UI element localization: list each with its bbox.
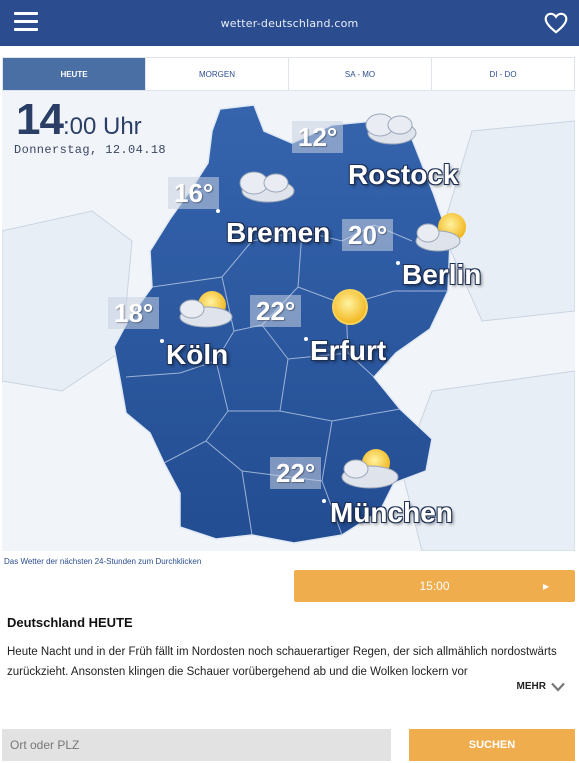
time-hour: 14 (16, 95, 64, 144)
map-hint: Das Wetter der nächsten 24-Stunden zum D… (4, 557, 202, 566)
tab-heute[interactable]: HEUTE (3, 58, 146, 90)
city-dot-muenchen (322, 499, 326, 503)
city-dot-erfurt (304, 337, 308, 341)
current-date: Donnerstag, 12.04.18 (14, 143, 167, 157)
section-body: Heute Nacht und in der Früh fällt im Nor… (7, 646, 557, 678)
temp-rostock: 12° (292, 121, 344, 153)
temp-erfurt: 22° (250, 295, 302, 327)
tab-morgen[interactable]: MORGEN (146, 58, 289, 90)
site-logo[interactable]: wetter-deutschland.com (221, 17, 359, 30)
city-dot-koeln (160, 339, 164, 343)
weather-map[interactable]: 14:00 Uhr Donnerstag, 12.04.18 12° Rosto… (2, 91, 575, 551)
search-button[interactable]: SUCHEN (409, 729, 575, 761)
temp-bremen: 16° (168, 177, 220, 209)
temp-muenchen: 22° (270, 457, 322, 489)
current-time: 14:00 Uhr (16, 98, 142, 142)
more-button[interactable]: MEHR (517, 681, 565, 692)
forecast-tabs: HEUTE MORGEN SA - MO DI - DO (2, 57, 575, 91)
city-rostock[interactable]: Rostock (348, 159, 458, 191)
sun-icon-erfurt (332, 289, 368, 325)
city-koeln[interactable]: Köln (166, 339, 228, 371)
next-hour-label: 15:00 (419, 579, 450, 593)
section-title: Deutschland HEUTE (7, 615, 133, 630)
city-erfurt[interactable]: Erfurt (310, 335, 386, 367)
city-dot-berlin (396, 261, 400, 265)
more-label: MEHR (516, 681, 546, 692)
temp-koeln: 18° (108, 297, 160, 329)
time-suffix: :00 Uhr (62, 113, 142, 140)
hamburger-icon[interactable] (14, 12, 40, 34)
location-search-input[interactable] (2, 729, 391, 761)
search-bar: SUCHEN (0, 719, 579, 763)
app-header: wetter-deutschland.com (0, 0, 579, 46)
cloudy-icon-rostock (365, 113, 417, 145)
chevron-down-icon (551, 682, 565, 692)
next-hour-button[interactable]: 15:00 ▸ (294, 570, 575, 602)
city-bremen[interactable]: Bremen (226, 217, 330, 249)
heart-icon[interactable] (543, 10, 569, 36)
tab-di-do[interactable]: DI - DO (432, 58, 574, 90)
tab-sa-mo[interactable]: SA - MO (289, 58, 432, 90)
chevron-right-icon: ▸ (542, 579, 549, 593)
temp-berlin: 20° (342, 219, 394, 251)
city-berlin[interactable]: Berlin (402, 259, 481, 291)
city-muenchen[interactable]: München (330, 497, 453, 529)
city-dot-bremen (216, 209, 220, 213)
